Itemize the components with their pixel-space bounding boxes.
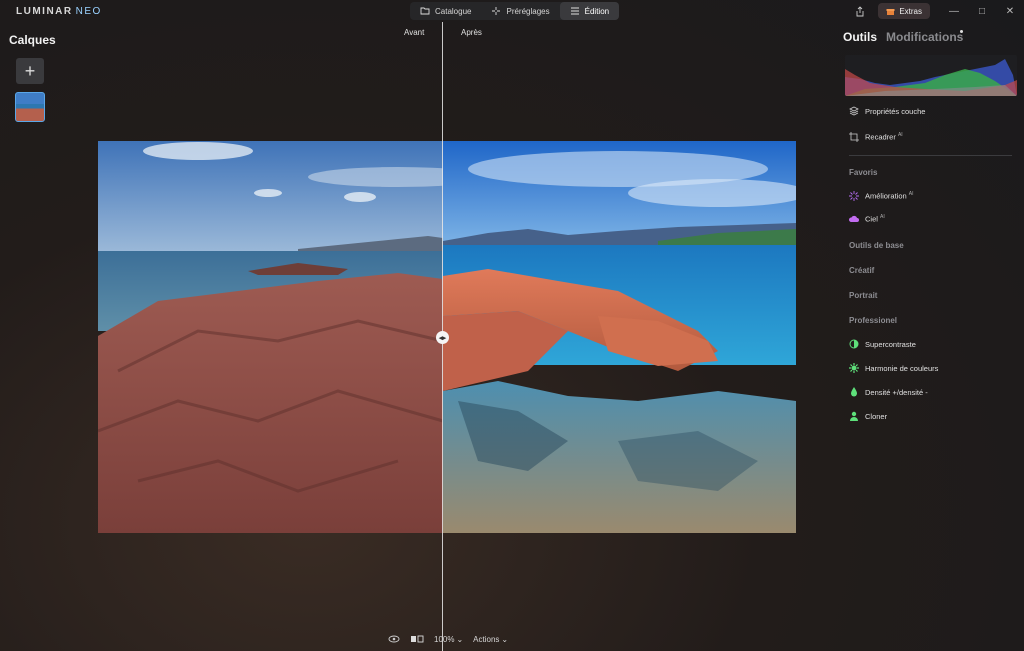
divider xyxy=(849,155,1012,156)
right-panel-tabs: Outils Modifications xyxy=(843,30,963,44)
bottom-toolbar: 100% ⌄ Actions ⌄ xyxy=(388,632,508,646)
add-layer-button[interactable]: + xyxy=(16,58,44,84)
close-button[interactable]: ✕ xyxy=(996,2,1024,20)
ai-badge: AI xyxy=(908,191,914,198)
actions-label: Actions xyxy=(473,634,500,644)
chevron-down-icon: ⌄ xyxy=(501,634,509,644)
gift-icon xyxy=(886,8,895,15)
tab-presets[interactable]: Préréglages xyxy=(481,2,559,20)
title-bar: LUMINAR NEO Catalogue Préréglages Édition xyxy=(0,0,1024,22)
layer-thumbnail[interactable] xyxy=(15,92,45,122)
minimize-icon: — xyxy=(949,5,959,17)
section-favorites[interactable]: Favoris xyxy=(849,168,877,177)
compare-toggle[interactable] xyxy=(410,635,424,643)
mode-tabs: Catalogue Préréglages Édition xyxy=(410,2,620,20)
drop-icon xyxy=(849,387,859,397)
sparkle-icon xyxy=(491,6,501,16)
tool-supercontrast[interactable]: Supercontraste xyxy=(849,339,916,349)
tab-label: Préréglages xyxy=(506,6,550,16)
tab-label: Catalogue xyxy=(435,6,472,16)
zoom-value: 100% xyxy=(434,634,455,644)
tool-layer-properties[interactable]: Propriétés couche xyxy=(849,106,925,116)
tool-sky[interactable]: Ciel AI xyxy=(849,214,885,224)
minimize-button[interactable]: — xyxy=(940,2,968,20)
sparkle-icon xyxy=(849,191,859,201)
before-label: Avant xyxy=(404,28,425,37)
tab-tools[interactable]: Outils xyxy=(843,30,877,44)
tab-catalogue[interactable]: Catalogue xyxy=(410,2,481,20)
person-icon xyxy=(849,411,859,421)
after-label: Après xyxy=(461,28,482,37)
tool-dodge-burn[interactable]: Densité +/densité - xyxy=(849,387,928,397)
contrast-icon xyxy=(849,339,859,349)
eye-icon xyxy=(388,635,400,643)
histogram xyxy=(845,55,1017,96)
logo-main: LUMINAR xyxy=(16,6,73,17)
tool-label: Recadrer xyxy=(865,132,896,142)
ai-badge: AI xyxy=(880,214,885,221)
ai-badge: AI xyxy=(897,132,903,139)
tool-enhance[interactable]: Amélioration AI xyxy=(849,191,914,201)
tool-color-harmony[interactable]: Harmonie de couleurs xyxy=(849,363,938,373)
layers-icon xyxy=(849,106,859,116)
section-portrait[interactable]: Portrait xyxy=(849,291,877,300)
section-basic-tools[interactable]: Outils de base xyxy=(849,241,904,250)
extras-button[interactable]: Extras xyxy=(878,3,930,19)
folder-icon xyxy=(420,6,430,16)
compare-icon xyxy=(411,635,424,643)
gear-icon xyxy=(849,363,859,373)
window-controls-area: Extras — □ ✕ xyxy=(850,2,1024,20)
zoom-dropdown[interactable]: 100% ⌄ xyxy=(434,635,463,644)
chevron-down-icon: ⌄ xyxy=(456,634,464,644)
actions-dropdown[interactable]: Actions ⌄ xyxy=(473,635,508,644)
sliders-icon xyxy=(570,6,580,16)
tool-label: Cloner xyxy=(865,411,888,421)
close-icon: ✕ xyxy=(1005,5,1015,17)
tool-label: Amélioration xyxy=(865,191,907,201)
share-button[interactable] xyxy=(850,2,870,20)
tool-label: Harmonie de couleurs xyxy=(865,363,939,373)
logo-sub: NEO xyxy=(75,6,102,17)
cloud-icon xyxy=(849,214,859,224)
tool-label: Ciel xyxy=(865,214,878,224)
split-arrows-icon: ◂▸ xyxy=(438,334,447,342)
app-logo: LUMINAR NEO xyxy=(16,6,102,17)
section-professional[interactable]: Professionel xyxy=(849,316,897,325)
preview-toggle[interactable] xyxy=(388,635,400,643)
plus-icon: + xyxy=(24,60,36,81)
maximize-icon: □ xyxy=(978,5,986,17)
compare-split-handle[interactable]: ◂▸ xyxy=(436,331,449,344)
tool-label: Densité +/densité - xyxy=(865,387,928,397)
modifications-indicator-dot xyxy=(960,30,963,33)
tool-label: Propriétés couche xyxy=(865,106,926,116)
tab-label: Édition xyxy=(584,6,610,16)
section-creative[interactable]: Créatif xyxy=(849,266,874,275)
tool-crop[interactable]: Recadrer AI xyxy=(849,132,903,142)
layers-title: Calques xyxy=(9,33,56,47)
tab-edition[interactable]: Édition xyxy=(559,2,620,20)
maximize-button[interactable]: □ xyxy=(968,2,996,20)
extras-label: Extras xyxy=(899,6,922,16)
share-icon xyxy=(856,5,864,16)
tool-label: Supercontraste xyxy=(865,339,916,349)
tab-modifications[interactable]: Modifications xyxy=(886,30,963,44)
tool-clone[interactable]: Cloner xyxy=(849,411,887,421)
crop-icon xyxy=(849,132,859,142)
